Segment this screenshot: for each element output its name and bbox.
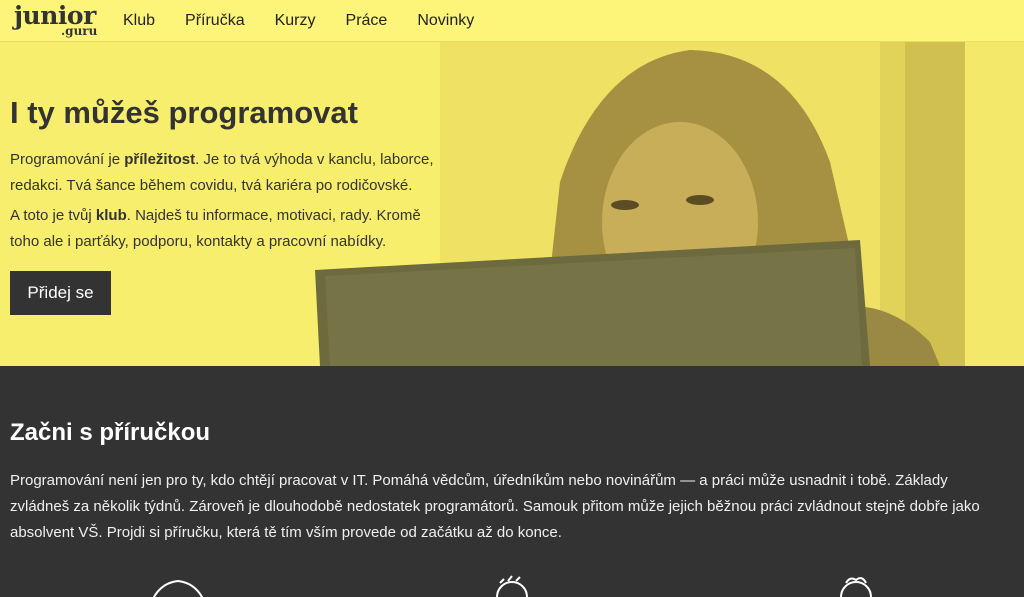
- join-button[interactable]: Přidej se: [10, 271, 111, 315]
- top-navbar: junior .guru Klub Příručka Kurzy Práce N…: [0, 0, 1024, 42]
- illustration-right-icon: [840, 577, 872, 597]
- hero-paragraph-2: A toto je tvůj klub. Najdeš tu informace…: [10, 207, 421, 250]
- junior-guru-logo[interactable]: junior .guru: [14, 3, 100, 39]
- logo-text-sub: .guru: [61, 24, 98, 38]
- section-title: Začni s příručkou: [10, 419, 211, 446]
- illustration-middle-icon: [496, 575, 528, 597]
- nav-link-kurzy[interactable]: Kurzy: [275, 12, 316, 30]
- hero-title: I ty můžeš programovat: [10, 95, 358, 130]
- hero-section: I ty můžeš programovat Programování je p…: [0, 42, 1024, 366]
- illustration-left-icon: [152, 579, 204, 597]
- handbook-section: Začni s příručkou Programování není jen …: [0, 366, 1024, 597]
- nav-link-novinky[interactable]: Novinky: [417, 12, 474, 30]
- section-text: Programování není jen pro ty, kdo chtějí…: [10, 472, 980, 541]
- hero-paragraph-1: Programování je příležitost. Je to tvá v…: [10, 151, 434, 194]
- nav-link-prace[interactable]: Práce: [346, 12, 388, 30]
- illustration-icons: [152, 575, 872, 597]
- nav-links: Klub Příručka Kurzy Práce Novinky: [123, 0, 504, 42]
- nav-link-klub[interactable]: Klub: [123, 12, 155, 30]
- nav-link-prirucka[interactable]: Příručka: [185, 12, 245, 30]
